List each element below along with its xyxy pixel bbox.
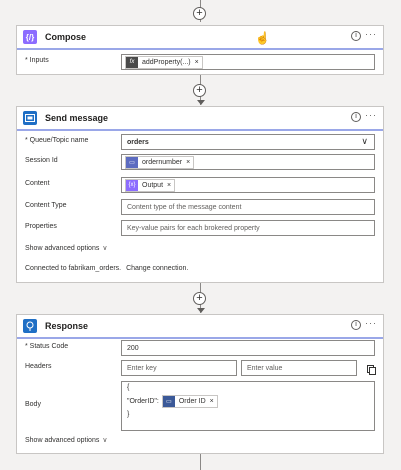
queue-value: orders (127, 138, 149, 146)
inputs-label: * Inputs (25, 57, 49, 64)
ordernumber-token[interactable]: ▭ ordernumber × (125, 155, 195, 169)
add-step-plus-icon[interactable]: + (193, 84, 206, 97)
compose-title: Compose (45, 32, 87, 42)
order-id-token[interactable]: ▭ Order ID × (161, 395, 218, 408)
body-label: Body (25, 401, 41, 408)
compose-icon: {/} (23, 30, 37, 44)
header-key-input[interactable]: Enter key (121, 360, 237, 376)
ordernumber-token-label: ordernumber (142, 158, 183, 166)
chevron-down-icon: ∨ (102, 437, 108, 444)
request-token-icon: ▭ (162, 396, 175, 407)
arrow-down-icon (197, 100, 205, 105)
inputs-field[interactable]: fx addProperty(...) × (121, 54, 375, 70)
content-type-label: Content Type (25, 202, 67, 209)
header-value-input[interactable]: Enter value (241, 360, 357, 376)
response-header[interactable]: Response i ··· (17, 315, 383, 339)
send-message-title: Send message (45, 113, 109, 123)
content-row: Content {x} Output × (25, 177, 375, 193)
send-message-header[interactable]: Send message i ··· (17, 107, 383, 131)
order-id-token-label: Order ID (178, 398, 206, 405)
content-type-placeholder: Content type of the message content (127, 203, 242, 211)
response-card: Response i ··· * Status Code 200 Headers… (16, 314, 384, 454)
body-row: Body { "OrderID": ▭ Order ID × } (25, 381, 375, 431)
connected-text: Connected to fabrikam_orders. (25, 265, 122, 272)
body-line: "OrderID": ▭ Order ID × (127, 395, 374, 408)
properties-placeholder: Key-value pairs for each brokered proper… (127, 224, 260, 232)
remove-token-icon[interactable]: × (186, 159, 190, 166)
compose-inputs-row: * Inputs fx addProperty(...) × (25, 54, 375, 70)
content-label: Content (25, 180, 50, 187)
queue-label: * Queue/Topic name (25, 137, 89, 144)
more-options-icon[interactable]: ··· (365, 318, 377, 328)
send-message-card: Send message i ··· * Queue/Topic name or… (16, 106, 384, 283)
show-advanced-options-link[interactable]: Show advanced options ∨ (25, 436, 107, 444)
remove-token-icon[interactable]: × (210, 398, 214, 405)
more-options-icon[interactable]: ··· (365, 29, 377, 39)
content-type-row: Content Type Content type of the message… (25, 199, 375, 215)
chevron-down-icon[interactable]: ∨ (361, 136, 368, 147)
connection-info: Connected to fabrikam_orders. Change con… (25, 265, 188, 272)
content-type-input[interactable]: Content type of the message content (121, 199, 375, 215)
body-close-brace: } (127, 411, 130, 418)
header-value-placeholder: Enter value (247, 364, 283, 372)
body-key-text: "OrderID": (127, 398, 159, 405)
connector-line (200, 454, 201, 470)
headers-row: Headers Enter key Enter value (25, 360, 376, 376)
headers-label: Headers (25, 363, 52, 370)
body-input[interactable]: { "OrderID": ▭ Order ID × } (121, 381, 375, 431)
properties-label: Properties (25, 223, 57, 230)
show-advanced-options-link[interactable]: Show advanced options ∨ (25, 244, 107, 252)
add-step-plus-icon[interactable]: + (193, 7, 206, 20)
body-open-brace: { (127, 384, 130, 391)
status-row: * Status Code 200 (25, 340, 375, 356)
hand-cursor-icon: ☝ (255, 31, 270, 45)
arrow-down-icon (197, 308, 205, 313)
add-step-plus-icon[interactable]: + (193, 292, 206, 305)
queue-select[interactable]: orders ∨ (121, 134, 375, 150)
properties-input[interactable]: Key-value pairs for each brokered proper… (121, 220, 375, 236)
addproperty-token[interactable]: fx addProperty(...) × (125, 55, 203, 69)
response-globe-icon (23, 319, 37, 333)
status-label: * Status Code (25, 343, 69, 350)
remove-token-icon[interactable]: × (195, 59, 199, 66)
content-field[interactable]: {x} Output × (121, 177, 375, 193)
queue-row: * Queue/Topic name orders ∨ (25, 134, 375, 150)
change-connection-link[interactable]: Change connection. (126, 265, 188, 272)
fx-icon: fx (126, 56, 138, 68)
info-icon[interactable]: i (351, 31, 361, 41)
status-code-value: 200 (127, 344, 139, 352)
service-bus-icon (23, 111, 37, 125)
info-icon[interactable]: i (351, 320, 361, 330)
switch-to-text-mode-icon[interactable] (367, 362, 376, 375)
session-field[interactable]: ▭ ordernumber × (121, 154, 375, 170)
info-icon[interactable]: i (351, 112, 361, 122)
output-token-label: Output (142, 181, 164, 189)
properties-row: Properties Key-value pairs for each brok… (25, 220, 375, 236)
response-title: Response (45, 321, 89, 331)
compose-card: {/} Compose i ··· ☝ * Inputs fx addPrope… (16, 25, 384, 75)
compose-token-icon: {x} (126, 179, 138, 191)
output-token[interactable]: {x} Output × (125, 178, 176, 192)
addproperty-token-label: addProperty(...) (142, 58, 191, 66)
status-code-input[interactable]: 200 (121, 340, 375, 356)
session-label: Session Id (25, 157, 58, 164)
more-options-icon[interactable]: ··· (365, 110, 377, 120)
compose-header[interactable]: {/} Compose i ··· ☝ (17, 26, 383, 50)
header-key-placeholder: Enter key (127, 364, 157, 372)
chevron-down-icon: ∨ (102, 245, 108, 252)
remove-token-icon[interactable]: × (167, 182, 171, 189)
session-row: Session Id ▭ ordernumber × (25, 154, 375, 170)
service-bus-token-icon: ▭ (126, 156, 138, 168)
